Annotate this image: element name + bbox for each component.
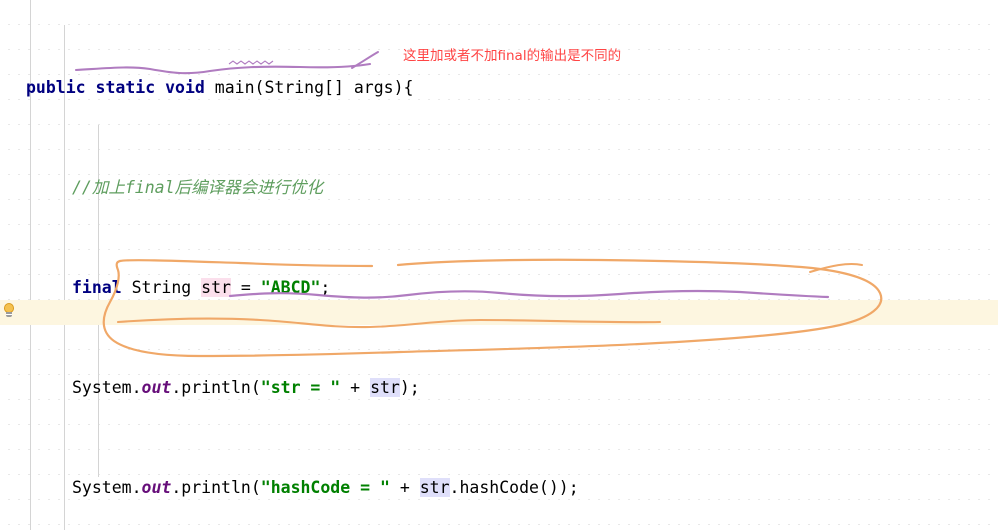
- code-line[interactable]: System.out.println("hashCode = " + str.h…: [0, 475, 777, 500]
- code-editor[interactable]: public static void main(String[] args){ …: [0, 0, 998, 530]
- token-plain: ;: [320, 278, 331, 297]
- code-line[interactable]: public static void main(String[] args){: [0, 75, 777, 100]
- token-plain: main(String[] args){: [214, 78, 414, 97]
- token-comment: //加上final后编译器会进行优化: [72, 178, 324, 197]
- token-string: "str = ": [260, 378, 341, 397]
- code-line[interactable]: System.out.println("str = " + str);: [0, 375, 777, 400]
- token-static-field: out: [141, 478, 172, 497]
- token-identifier-str: str: [201, 278, 231, 297]
- token-plain: String: [131, 278, 202, 297]
- token-plain: System.: [72, 478, 142, 497]
- lightbulb-icon[interactable]: [2, 303, 16, 319]
- token-plain: +: [389, 478, 420, 497]
- token-plain: System.: [72, 378, 142, 397]
- token-static-field: out: [141, 378, 172, 397]
- token-plain: .println(: [171, 378, 261, 397]
- red-annotation-note: 这里加或者不加final的输出是不同的: [403, 48, 622, 64]
- token-keyword: public: [26, 78, 86, 97]
- token-plain: );: [399, 378, 420, 397]
- token-plain: .println(: [171, 478, 261, 497]
- token-string: "ABCD": [260, 278, 321, 297]
- token-keyword: final: [72, 278, 122, 297]
- lightbulb-base: [6, 312, 12, 317]
- token-string: "hashCode = ": [260, 478, 390, 497]
- code-content[interactable]: public static void main(String[] args){ …: [0, 0, 777, 530]
- token-keyword: static: [95, 78, 156, 97]
- token-plain: =: [230, 278, 261, 297]
- token-keyword: void: [165, 78, 205, 97]
- code-line[interactable]: //加上final后编译器会进行优化: [0, 175, 777, 200]
- code-line[interactable]: final String str = "ABCD";: [0, 275, 777, 300]
- token-identifier-str: str: [419, 478, 450, 497]
- token-identifier-str: str: [370, 378, 400, 397]
- token-plain: +: [340, 378, 371, 397]
- token-plain: .hashCode());: [449, 478, 579, 497]
